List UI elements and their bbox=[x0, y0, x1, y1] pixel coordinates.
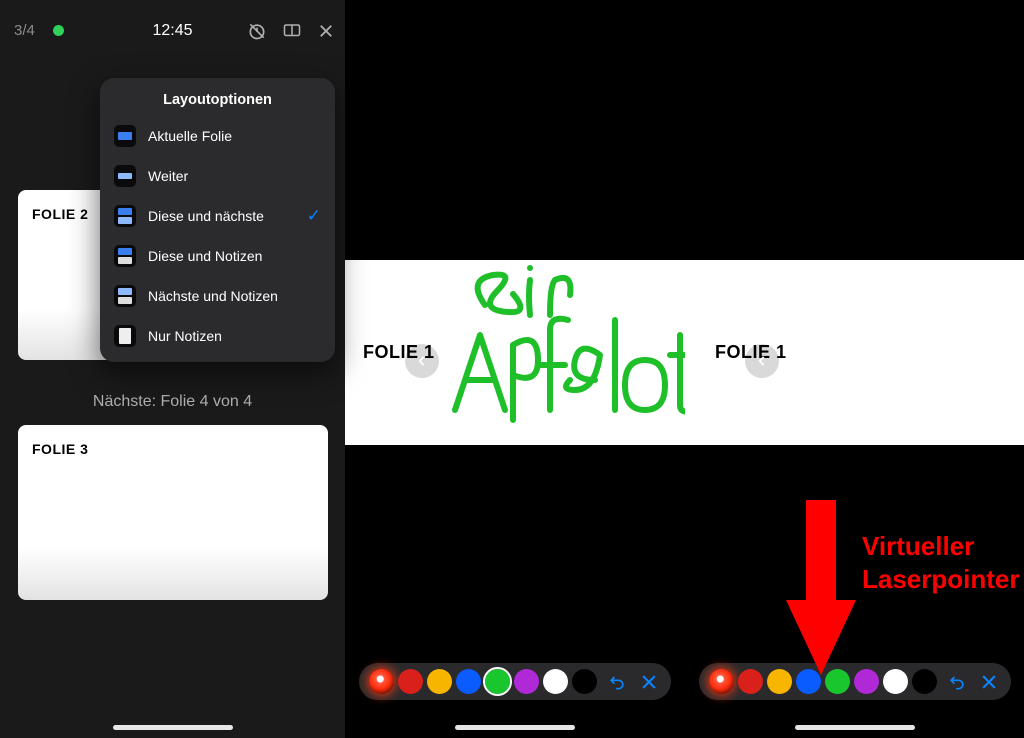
option-label: Weiter bbox=[148, 168, 188, 184]
option-label: Nur Notizen bbox=[148, 328, 222, 344]
layout-thisnext-icon bbox=[114, 205, 136, 227]
layout-current-icon bbox=[114, 125, 136, 147]
status-actions bbox=[247, 21, 335, 41]
presenter-panel: 3/4 12:45 FOLIE 2 Nächste: Folie bbox=[0, 0, 345, 738]
color-swatch-red[interactable] bbox=[398, 669, 423, 694]
home-indicator[interactable] bbox=[455, 725, 575, 730]
color-swatch-green[interactable] bbox=[825, 669, 850, 694]
layout-option-next[interactable]: Weiter ✓ bbox=[100, 156, 335, 196]
layout-option-this-and-next[interactable]: Diese und nächste ✓ bbox=[100, 196, 335, 236]
recording-dot-icon bbox=[53, 25, 64, 36]
back-button[interactable] bbox=[405, 344, 439, 378]
next-slide-caption: Nächste: Folie 4 von 4 bbox=[0, 393, 345, 411]
color-swatch-red[interactable] bbox=[738, 669, 763, 694]
clock: 12:45 bbox=[152, 22, 192, 40]
checkmark-icon: ✓ bbox=[307, 206, 321, 226]
layout-nextnotes-icon bbox=[114, 285, 136, 307]
color-swatch-white[interactable] bbox=[883, 669, 908, 694]
color-swatch-blue[interactable] bbox=[456, 669, 481, 694]
slide-counter: 3/4 bbox=[14, 22, 35, 39]
option-label: Aktuelle Folie bbox=[148, 128, 232, 144]
layout-icon[interactable] bbox=[281, 22, 303, 40]
color-swatch-black[interactable] bbox=[572, 669, 597, 694]
layout-options-popover: Layoutoptionen Aktuelle Folie ✓ Weiter ✓… bbox=[100, 78, 335, 362]
close-tray-icon[interactable] bbox=[637, 670, 661, 694]
color-swatch-black[interactable] bbox=[912, 669, 937, 694]
next-slide-thumb[interactable]: FOLIE 3 bbox=[18, 425, 328, 600]
undo-icon[interactable] bbox=[605, 670, 629, 694]
popover-title: Layoutoptionen bbox=[100, 92, 335, 108]
layout-option-this-and-notes[interactable]: Diese und Notizen ✓ bbox=[100, 236, 335, 276]
close-icon[interactable] bbox=[317, 22, 335, 40]
drawing-tool-tray bbox=[699, 663, 1011, 700]
color-swatch-green[interactable] bbox=[485, 669, 510, 694]
slide-label: FOLIE 3 bbox=[32, 441, 88, 457]
layout-next-icon bbox=[114, 165, 136, 187]
laser-pointer-swatch[interactable] bbox=[709, 669, 734, 694]
drawing-tool-tray bbox=[359, 663, 671, 700]
laser-pointer-swatch[interactable] bbox=[369, 669, 394, 694]
slide-label: FOLIE 2 bbox=[32, 206, 88, 222]
undo-icon[interactable] bbox=[945, 670, 969, 694]
color-swatch-purple[interactable] bbox=[514, 669, 539, 694]
home-indicator[interactable] bbox=[795, 725, 915, 730]
layout-thisnotes-icon bbox=[114, 245, 136, 267]
timer-off-icon[interactable] bbox=[247, 21, 267, 41]
slide-canvas[interactable]: FOLIE 1 bbox=[345, 260, 685, 445]
option-label: Nächste und Notizen bbox=[148, 288, 278, 304]
layout-option-notes-only[interactable]: Nur Notizen ✓ bbox=[100, 316, 335, 356]
layout-option-next-and-notes[interactable]: Nächste und Notizen ✓ bbox=[100, 276, 335, 316]
slide-canvas[interactable]: FOLIE 1 bbox=[685, 260, 1024, 445]
option-label: Diese und Notizen bbox=[148, 248, 262, 264]
back-button[interactable] bbox=[745, 344, 779, 378]
close-tray-icon[interactable] bbox=[977, 670, 1001, 694]
option-label: Diese und nächste bbox=[148, 208, 264, 224]
color-swatch-yellow[interactable] bbox=[427, 669, 452, 694]
presentation-view-b: FOLIE 1 bbox=[685, 0, 1024, 738]
status-bar: 3/4 12:45 bbox=[0, 22, 345, 39]
layout-notes-icon bbox=[114, 325, 136, 347]
color-swatch-purple[interactable] bbox=[854, 669, 879, 694]
presentation-view-a: FOLIE 1 bbox=[345, 0, 685, 738]
home-indicator[interactable] bbox=[113, 725, 233, 730]
color-swatch-yellow[interactable] bbox=[767, 669, 792, 694]
layout-option-current[interactable]: Aktuelle Folie ✓ bbox=[100, 116, 335, 156]
color-swatch-white[interactable] bbox=[543, 669, 568, 694]
color-swatch-blue[interactable] bbox=[796, 669, 821, 694]
